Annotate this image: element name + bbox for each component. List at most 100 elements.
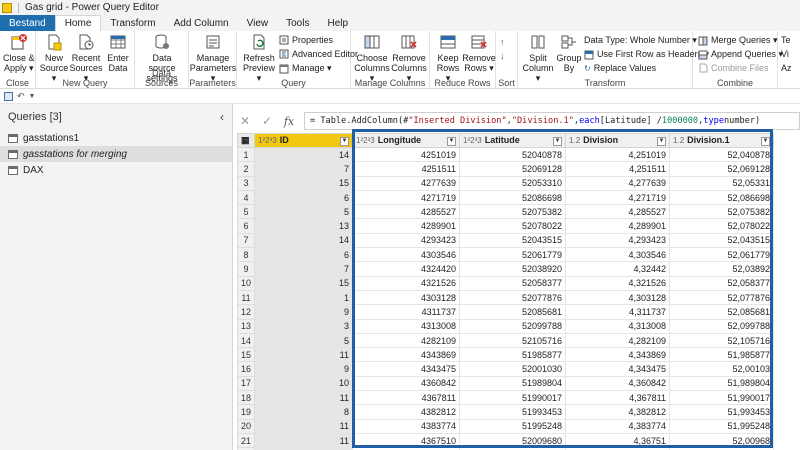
- column-header-id[interactable]: 1²2³3 ID ▼: [254, 133, 354, 148]
- table-cell[interactable]: 4343869: [352, 347, 461, 363]
- table-menu-icon[interactable]: ▦: [237, 133, 256, 148]
- row-number[interactable]: 19: [237, 404, 256, 420]
- table-row[interactable]: 4 6 4271719 52086698 4,271719 52,086698: [237, 189, 775, 206]
- table-cell[interactable]: 11: [254, 390, 354, 406]
- table-row[interactable]: 17 10 4360842 51989804 4,360842 51,989804: [237, 375, 775, 392]
- overflow-item-1[interactable]: Te: [781, 35, 791, 45]
- table-cell[interactable]: 7: [254, 261, 354, 277]
- table-cell[interactable]: 52,078022: [669, 218, 775, 234]
- whole-number-type-icon[interactable]: 1²2³3: [463, 136, 482, 145]
- table-cell[interactable]: 4383774: [352, 418, 461, 434]
- table-row[interactable]: 7 14 4293423 52043515 4,293423 52,043515: [237, 232, 775, 249]
- filter-dropdown-icon[interactable]: ▼: [553, 137, 563, 146]
- row-number[interactable]: 10: [237, 275, 256, 291]
- table-row[interactable]: 14 5 4282109 52105716 4,282109 52,105716: [237, 332, 775, 349]
- table-cell[interactable]: 52,05331: [669, 175, 775, 191]
- table-row[interactable]: 19 8 4382812 51993453 4,382812 51,993453: [237, 404, 775, 420]
- split-column-button[interactable]: Split Column ▾: [521, 33, 555, 83]
- table-row[interactable]: 21 11 4367510 52009680 4,36751 52,00968: [237, 432, 775, 449]
- tab-file[interactable]: Bestand: [0, 15, 55, 31]
- table-cell[interactable]: 52105716: [459, 332, 567, 349]
- refresh-preview-button[interactable]: Refresh Preview ▾: [241, 33, 277, 83]
- table-cell[interactable]: 4,360842: [565, 375, 671, 392]
- table-cell[interactable]: 51995248: [459, 418, 567, 434]
- undo-icon[interactable]: ↶: [17, 91, 25, 102]
- table-row[interactable]: 3 15 4277639 52053310 4,277639 52,05331: [237, 175, 775, 191]
- table-row[interactable]: 9 7 4324420 52038920 4,32442 52,03892: [237, 261, 775, 277]
- table-cell[interactable]: 4277639: [352, 175, 461, 191]
- table-cell[interactable]: 1: [254, 289, 354, 306]
- row-number[interactable]: 4: [237, 189, 256, 206]
- table-cell[interactable]: 11: [254, 432, 354, 449]
- table-cell[interactable]: 15: [254, 175, 354, 191]
- table-cell[interactable]: 5: [254, 204, 354, 220]
- table-cell[interactable]: 52085681: [459, 304, 567, 320]
- table-cell[interactable]: 52043515: [459, 232, 567, 249]
- table-cell[interactable]: 51,985877: [669, 347, 775, 363]
- properties-button[interactable]: Properties: [279, 35, 333, 45]
- row-number[interactable]: 18: [237, 390, 256, 406]
- table-cell[interactable]: 4321526: [352, 275, 461, 291]
- manage-query-button[interactable]: Manage ▾: [279, 63, 332, 74]
- table-cell[interactable]: 4,271719: [565, 189, 671, 206]
- row-number[interactable]: 9: [237, 261, 256, 277]
- sort-ascending-icon[interactable]: ↑: [500, 37, 505, 47]
- table-cell[interactable]: 6: [254, 247, 354, 263]
- table-cell[interactable]: 11: [254, 347, 354, 363]
- table-row[interactable]: 6 13 4289901 52078022 4,289901 52,078022: [237, 218, 775, 234]
- table-cell[interactable]: 4,251019: [565, 146, 671, 163]
- table-cell[interactable]: 51993453: [459, 404, 567, 420]
- table-row[interactable]: 8 6 4303546 52061779 4,303546 52,061779: [237, 247, 775, 263]
- table-cell[interactable]: 4,36751: [565, 432, 671, 449]
- group-by-button[interactable]: Group By: [556, 33, 582, 73]
- table-cell[interactable]: 4382812: [352, 404, 461, 420]
- table-cell[interactable]: 52075382: [459, 204, 567, 220]
- table-cell[interactable]: 52,040878: [669, 146, 775, 163]
- cancel-formula-icon[interactable]: ✕: [234, 114, 256, 128]
- table-row[interactable]: 15 11 4343869 51985877 4,343869 51,985877: [237, 347, 775, 363]
- combine-files-button[interactable]: Combine Files: [698, 63, 769, 73]
- advanced-editor-button[interactable]: Advanced Editor: [279, 49, 358, 59]
- filter-dropdown-icon[interactable]: ▼: [340, 137, 350, 146]
- table-row[interactable]: 2 7 4251511 52069128 4,251511 52,069128: [237, 161, 775, 177]
- table-cell[interactable]: 5: [254, 332, 354, 349]
- tab-tools[interactable]: Tools: [277, 15, 318, 31]
- table-cell[interactable]: 51,995248: [669, 418, 775, 434]
- table-row[interactable]: 5 5 4285527 52075382 4,285527 52,075382: [237, 204, 775, 220]
- query-item-gasstations-for-merging[interactable]: gasstations for merging: [0, 146, 232, 162]
- decimal-type-icon[interactable]: 1.2: [673, 136, 684, 145]
- row-number[interactable]: 5: [237, 204, 256, 220]
- tab-view[interactable]: View: [238, 15, 278, 31]
- table-cell[interactable]: 4303128: [352, 289, 461, 306]
- filter-dropdown-icon[interactable]: ▼: [447, 137, 457, 146]
- table-cell[interactable]: 4,321526: [565, 275, 671, 291]
- table-cell[interactable]: 4,32442: [565, 261, 671, 277]
- table-cell[interactable]: 52069128: [459, 161, 567, 177]
- whole-number-type-icon[interactable]: 1²2³3: [258, 136, 277, 145]
- table-cell[interactable]: 4,251511: [565, 161, 671, 177]
- decimal-type-icon[interactable]: 1.2: [569, 136, 580, 145]
- table-cell[interactable]: 52,00968: [669, 432, 775, 449]
- replace-values-button[interactable]: ↻ Replace Values: [584, 63, 656, 73]
- table-row[interactable]: 16 9 4343475 52001030 4,343475 52,00103: [237, 361, 775, 377]
- table-cell[interactable]: 9: [254, 304, 354, 320]
- table-cell[interactable]: 4293423: [352, 232, 461, 249]
- table-cell[interactable]: 4,293423: [565, 232, 671, 249]
- table-cell[interactable]: 51989804: [459, 375, 567, 392]
- table-cell[interactable]: 10: [254, 375, 354, 392]
- filter-dropdown-icon[interactable]: ▼: [657, 137, 667, 146]
- table-cell[interactable]: 52086698: [459, 189, 567, 206]
- row-number[interactable]: 21: [237, 432, 256, 449]
- table-cell[interactable]: 4,303128: [565, 289, 671, 306]
- close-apply-button[interactable]: Close & Apply ▾: [3, 33, 35, 73]
- table-cell[interactable]: 4,343869: [565, 347, 671, 363]
- row-number[interactable]: 12: [237, 304, 256, 320]
- table-cell[interactable]: 4,282109: [565, 332, 671, 349]
- table-cell[interactable]: 4,285527: [565, 204, 671, 220]
- row-number[interactable]: 3: [237, 175, 256, 191]
- table-cell[interactable]: 51,990017: [669, 390, 775, 406]
- table-cell[interactable]: 4285527: [352, 204, 461, 220]
- row-number[interactable]: 13: [237, 318, 256, 334]
- row-number[interactable]: 2: [237, 161, 256, 177]
- remove-columns-button[interactable]: Remove Columns ▾: [391, 33, 427, 83]
